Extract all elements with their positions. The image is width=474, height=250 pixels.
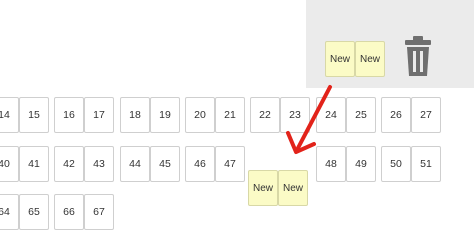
number-tile[interactable]: 20 [185,97,215,133]
number-tile[interactable]: 17 [84,97,114,133]
number-tile[interactable]: 47 [215,146,245,182]
number-tile[interactable]: 49 [346,146,376,182]
canvas: New New 14 15 16 17 18 19 20 21 22 23 24… [0,0,474,250]
number-tile[interactable]: 14 [0,97,19,133]
number-tile[interactable]: 42 [54,146,84,182]
number-tile[interactable]: 15 [19,97,49,133]
number-tile[interactable]: 16 [54,97,84,133]
number-tile[interactable]: 44 [120,146,150,182]
number-tile[interactable]: 19 [150,97,180,133]
number-tile[interactable]: 18 [120,97,150,133]
number-tile[interactable]: 46 [185,146,215,182]
number-tile[interactable]: 24 [316,97,346,133]
trash-icon[interactable] [401,35,435,77]
number-tile[interactable]: 51 [411,146,441,182]
number-tile[interactable]: 22 [250,97,280,133]
number-tile[interactable]: 65 [19,194,49,230]
number-tile[interactable]: 45 [150,146,180,182]
number-tile[interactable]: 21 [215,97,245,133]
number-tile[interactable]: 41 [19,146,49,182]
tray-new-tile[interactable]: New [325,41,355,77]
number-tile[interactable]: 66 [54,194,84,230]
number-tile[interactable]: 40 [0,146,19,182]
number-tile[interactable]: 25 [346,97,376,133]
number-tile[interactable]: 27 [411,97,441,133]
number-tile[interactable]: 43 [84,146,114,182]
tray-new-tile[interactable]: New [355,41,385,77]
number-tile[interactable]: 23 [280,97,310,133]
number-tile[interactable]: 64 [0,194,19,230]
dropped-new-tile[interactable]: New [278,170,308,206]
dropped-new-tile[interactable]: New [248,170,278,206]
number-tile[interactable]: 48 [316,146,346,182]
number-tile[interactable]: 26 [381,97,411,133]
number-tile[interactable]: 50 [381,146,411,182]
number-tile[interactable]: 67 [84,194,114,230]
